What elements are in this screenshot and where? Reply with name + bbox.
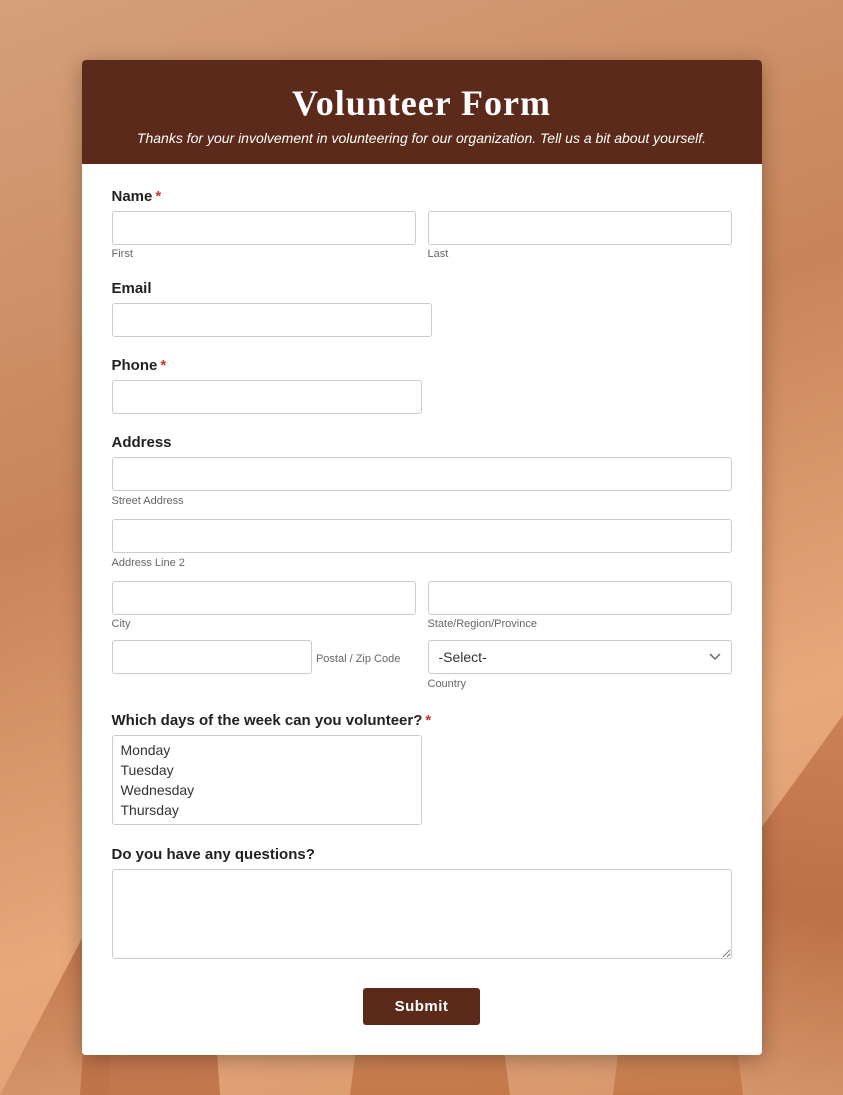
address2-sub-label: Address Line 2 (112, 557, 185, 569)
country-col: -Select- United States Canada United Kin… (428, 640, 732, 692)
last-name-input[interactable] (428, 211, 732, 245)
phone-required-star: * (160, 357, 166, 374)
email-field-group: Email (112, 280, 732, 337)
days-field-group: Which days of the week can you volunteer… (112, 712, 732, 826)
email-label: Email (112, 280, 732, 297)
postal-col: Postal / Zip Code (112, 640, 416, 674)
phone-field-group: Phone* (112, 357, 732, 414)
country-select[interactable]: -Select- United States Canada United Kin… (428, 640, 732, 674)
postal-country-row: Postal / Zip Code -Select- United States… (112, 640, 732, 692)
city-col: City (112, 581, 416, 630)
name-field-group: Name* First Last (112, 188, 732, 260)
form-subtitle: Thanks for your involvement in volunteer… (112, 130, 732, 146)
city-sub-label: City (112, 618, 416, 630)
last-name-col: Last (428, 211, 732, 260)
phone-label: Phone* (112, 357, 732, 374)
submit-button[interactable]: Submit (363, 988, 481, 1025)
form-header: Volunteer Form Thanks for your involveme… (82, 60, 762, 164)
address2-group: Address Line 2 (112, 519, 732, 571)
first-name-input[interactable] (112, 211, 416, 245)
street-address-input[interactable] (112, 457, 732, 491)
name-row: First Last (112, 211, 732, 260)
city-input[interactable] (112, 581, 416, 615)
form-body: Name* First Last Email Phone* (82, 164, 762, 1055)
first-name-col: First (112, 211, 416, 260)
day-option-monday[interactable]: Monday (117, 740, 417, 760)
postal-input[interactable] (112, 640, 312, 674)
last-sub-label: Last (428, 248, 732, 260)
form-container: Volunteer Form Thanks for your involveme… (82, 60, 762, 1055)
state-sub-label: State/Region/Province (428, 618, 732, 630)
country-select-wrapper: -Select- United States Canada United Kin… (428, 640, 732, 674)
questions-textarea[interactable] (112, 869, 732, 959)
days-listbox[interactable]: MondayTuesdayWednesdayThursdayFridaySatu… (112, 735, 422, 825)
days-label: Which days of the week can you volunteer… (112, 712, 732, 729)
phone-input[interactable] (112, 380, 422, 414)
state-input[interactable] (428, 581, 732, 615)
day-option-wednesday[interactable]: Wednesday (117, 780, 417, 800)
questions-field-group: Do you have any questions? (112, 846, 732, 964)
address2-input[interactable] (112, 519, 732, 553)
first-sub-label: First (112, 248, 416, 260)
city-state-row: City State/Region/Province (112, 581, 732, 630)
days-required-star: * (425, 712, 431, 729)
day-option-tuesday[interactable]: Tuesday (117, 760, 417, 780)
submit-row: Submit (112, 988, 732, 1025)
questions-label: Do you have any questions? (112, 846, 732, 863)
address-label: Address (112, 434, 732, 451)
state-col: State/Region/Province (428, 581, 732, 630)
postal-sub-label: Postal / Zip Code (316, 653, 400, 665)
name-required-star: * (155, 188, 161, 205)
address-field-group: Address Street Address Address Line 2 Ci… (112, 434, 732, 692)
day-option-friday[interactable]: Friday (117, 820, 417, 825)
day-option-thursday[interactable]: Thursday (117, 800, 417, 820)
name-label: Name* (112, 188, 732, 205)
form-title: Volunteer Form (112, 82, 732, 124)
country-sub-label: Country (428, 678, 467, 690)
email-input[interactable] (112, 303, 432, 337)
street-sub-label: Street Address (112, 495, 184, 507)
street-address-group: Street Address (112, 457, 732, 509)
